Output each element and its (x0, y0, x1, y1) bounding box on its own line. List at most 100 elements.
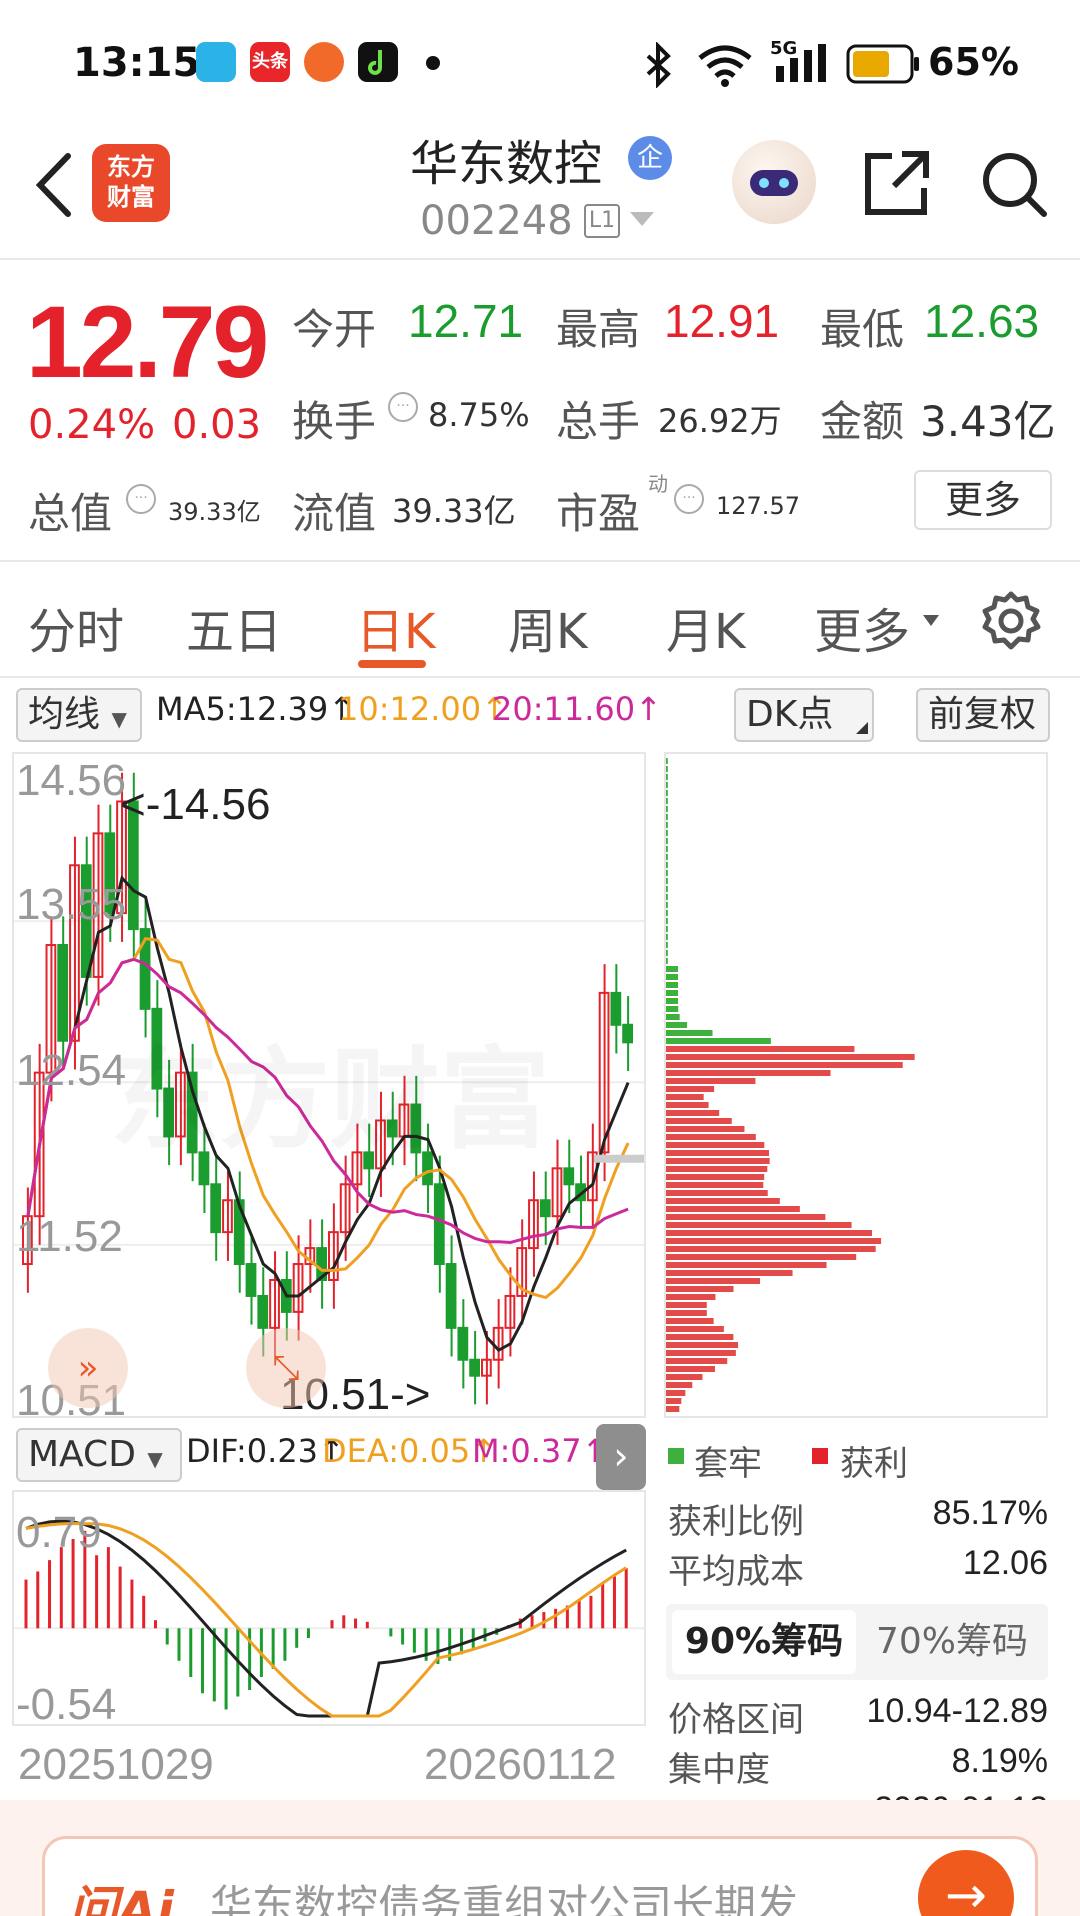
chip-bar (666, 1238, 882, 1244)
tab-more[interactable]: 更多 (814, 592, 910, 662)
code-dropdown-icon[interactable] (628, 210, 656, 230)
chip-bar (666, 1006, 679, 1012)
pe-info-icon[interactable]: ··· (674, 484, 704, 514)
chip-bar (666, 902, 668, 908)
low-label: 最低 (820, 305, 905, 354)
fullscreen-button[interactable]: ⤡ (246, 1328, 326, 1408)
share-icon[interactable] (862, 148, 932, 218)
kline-candle (622, 1023, 634, 1044)
chip-bar (666, 758, 668, 764)
tab-monthly-k[interactable]: 月K (666, 592, 745, 662)
ai-assistant-avatar[interactable] (732, 140, 816, 224)
tab-daily-k[interactable]: 日K (356, 592, 435, 662)
chip-bar (666, 1294, 716, 1300)
profit-legend-label: 获利 (840, 1444, 908, 1484)
kline-candle (210, 1183, 222, 1234)
macd-dea: DEA:0.05↑ (322, 1432, 498, 1470)
adjust-label: 前复权 (928, 694, 1037, 735)
stock-name: 华东数控 (410, 136, 603, 192)
market-cap-info-icon[interactable]: ··· (126, 484, 156, 514)
chip-bar (666, 1078, 756, 1084)
chip-bar (666, 942, 668, 948)
status-time: 13:15 (73, 40, 201, 86)
tab-five-day[interactable]: 五日 (186, 592, 282, 662)
chip-bar (666, 926, 668, 932)
ai-prompt-text[interactable]: 华东数控债务重组对公司长期发 (210, 1872, 798, 1916)
kline-candle (245, 1263, 257, 1297)
chip-bar (666, 1190, 768, 1196)
tab-intraday[interactable]: 分时 (28, 592, 124, 662)
chip-bar (666, 806, 668, 812)
chip-bar (666, 1038, 771, 1044)
chip-svg (666, 758, 915, 1412)
wifi-icon (698, 45, 752, 87)
status-bar: 13:15 头条 5G 65% (0, 0, 1080, 120)
chip-bar (666, 982, 679, 988)
macd-m: M:0.37↑ (472, 1432, 609, 1470)
avg-cost-value: 12.06 (962, 1544, 1048, 1582)
chip-bar (666, 1166, 768, 1172)
tab-more-caret-icon (923, 615, 939, 626)
float-cap-label: 流值 (292, 489, 377, 538)
back-icon[interactable] (30, 150, 80, 220)
kline-candle (433, 1183, 445, 1266)
chip-bar (666, 958, 668, 964)
chip-bar (666, 846, 668, 852)
ma10-value: 10:12.00↑ (338, 690, 508, 728)
float-cap-value: 39.33亿 (392, 492, 516, 530)
kline-candle (539, 1199, 551, 1218)
chip-bar (666, 1054, 915, 1060)
concentration-label: 集中度 (668, 1750, 770, 1790)
high-label: 最高 (556, 305, 641, 354)
chip-bar (666, 1342, 739, 1348)
chip-bar (666, 1134, 756, 1140)
seg-70-button[interactable]: 70%筹码 (860, 1610, 1044, 1674)
kline-y-tick: 13.55 (16, 880, 127, 929)
avg-cost-label: 平均成本 (668, 1552, 804, 1592)
game-app-icon (304, 42, 344, 82)
indicator-select[interactable]: 均线 ▼ (16, 688, 142, 742)
turnover-info-icon[interactable]: ··· (388, 392, 418, 422)
more-quote-button[interactable]: 更多 (914, 470, 1052, 530)
chip-bar (666, 1070, 831, 1076)
chip-bar (666, 1286, 734, 1292)
macd-caret-icon: ▼ (147, 1447, 163, 1471)
dk-point-select[interactable]: DK点 (734, 688, 874, 742)
stock-code: 002248 (420, 198, 573, 244)
adjust-select[interactable]: 前复权 (916, 688, 1050, 742)
chip-bar (666, 1062, 903, 1068)
chip-bar (666, 1086, 715, 1092)
chip-bar (666, 1046, 855, 1052)
brand-logo-line2: 财富 (107, 183, 155, 211)
chip-bar (666, 1254, 857, 1260)
kline-y-tick: 14.56 (16, 756, 127, 805)
current-price: 12.79 (26, 285, 269, 399)
chip-bar (666, 998, 679, 1004)
tab-weekly-k[interactable]: 周K (508, 592, 587, 662)
chip-bar (666, 1174, 765, 1180)
search-icon[interactable] (978, 148, 1050, 220)
brand-logo[interactable]: 东方 财富 (92, 144, 170, 222)
active-tab-indicator (358, 660, 426, 668)
next-indicator-button[interactable]: › (596, 1424, 646, 1490)
amount-value: 3.43亿 (920, 397, 1056, 446)
turnover-label: 换手 (292, 397, 377, 446)
dk-point-label: DK点 (746, 694, 834, 735)
profit-ratio-label: 获利比例 (668, 1502, 804, 1542)
chip-bar (666, 782, 668, 788)
header-divider (0, 258, 1080, 260)
chip-distribution-chart[interactable] (664, 752, 1048, 1418)
volume-label: 总手 (556, 397, 641, 446)
macd-select[interactable]: MACD ▼ (16, 1428, 182, 1482)
chip-bar (666, 966, 678, 972)
chip-bar (666, 1270, 793, 1276)
chip-bar (666, 854, 668, 860)
chip-bar (666, 830, 668, 836)
seg-90-button[interactable]: 90%筹码 (672, 1610, 856, 1674)
battery-icon (846, 44, 919, 84)
settings-gear-icon[interactable] (980, 590, 1042, 652)
chip-bar (666, 1310, 707, 1316)
trapped-legend-label: 套牢 (694, 1444, 762, 1484)
kline-candle (610, 991, 622, 1026)
expand-left-button[interactable]: » (48, 1328, 128, 1408)
